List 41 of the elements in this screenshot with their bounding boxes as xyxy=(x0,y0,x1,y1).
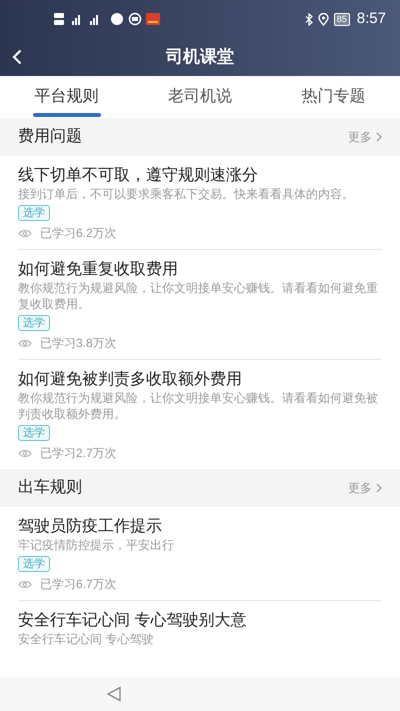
battery-indicator: 85 xyxy=(334,12,350,26)
tab[interactable]: 老司机说 xyxy=(133,76,267,118)
article-description: 接到订单后，不可以要求乘客私下交易。快来看看具体的内容。 xyxy=(18,186,355,202)
eye-icon xyxy=(18,448,32,458)
article-title: 安全行车记心间 专心驾驶别大意 xyxy=(18,611,248,631)
view-count: 已学习6.2万次 xyxy=(40,225,117,241)
article-card[interactable]: 如何避免被判责多收取额外费用 教你规范行为规避风险，让你文明接单安心赚钱。请看看如何避免被判责收取额外费用。 选学 已学习2.7万次 xyxy=(18,360,382,469)
eye-icon xyxy=(18,228,32,238)
tag: 选学 xyxy=(18,315,50,331)
article-card[interactable]: 驾驶员防疫工作提示 牢记疫情防控提示，平安出行 选学 已学习6.7万次 xyxy=(18,507,382,601)
article-description: 牢记疫情防控提示，平安出行 xyxy=(18,537,175,553)
tag: 选学 xyxy=(18,556,50,572)
article-card[interactable]: 线下切单不可取，遵守规则速涨分 接到订单后，不可以要求乘客私下交易。快来看看具体的内容。 选学 已学习6.2万次 xyxy=(18,156,382,250)
view-count: 已学习2.7万次 xyxy=(40,445,117,461)
back-nav-icon[interactable] xyxy=(106,686,122,702)
bluetooth-icon xyxy=(304,12,313,26)
section-title: 费用问题 xyxy=(18,126,83,147)
article-description: 安全行车记心间 专心驾驶 xyxy=(18,631,154,647)
article-description: 教你规范行为规避风险，让你文明接单安心赚钱。请看看如何避免重复收取费用。 xyxy=(18,280,379,312)
tab[interactable]: 热门专题 xyxy=(266,76,400,118)
article-title: 如何避免被判责多收取额外费用 xyxy=(18,370,243,390)
eye-icon xyxy=(18,580,32,588)
location-icon xyxy=(318,12,329,26)
page-title: 司机课堂 xyxy=(166,46,234,68)
article-title: 线下切单不可取，遵守规则速涨分 xyxy=(18,166,259,186)
article-title: 驾驶员防疫工作提示 xyxy=(18,517,163,537)
article-description: 教你规范行为规避风险，让你文明接单安心赚钱。请看看如何避免被判责收取额外费用。 xyxy=(18,390,379,422)
section-title: 出车规则 xyxy=(18,478,83,498)
view-count: 已学习3.8万次 xyxy=(40,335,117,351)
tab[interactable]: 平台规则 xyxy=(0,76,134,118)
tag: 选学 xyxy=(18,425,50,441)
eye-icon xyxy=(18,338,32,348)
article-card[interactable]: 安全行车记心间 专心驾驶别大意 安全行车记心间 专心驾驶 xyxy=(18,601,382,655)
tag: 选学 xyxy=(18,205,50,221)
back-icon xyxy=(12,49,22,65)
view-count: 已学习6.7万次 xyxy=(40,576,117,592)
chevron-right-icon xyxy=(376,483,382,493)
chevron-right-icon xyxy=(376,132,382,142)
article-card[interactable]: 如何避免重复收取费用 教你规范行为规避风险，让你文明接单安心赚钱。请看看如何避免重复收取费用。 选学 已学习3.8万次 xyxy=(18,250,382,360)
article-title: 如何避免重复收取费用 xyxy=(18,260,179,280)
status-time: 8:57 xyxy=(356,8,386,29)
